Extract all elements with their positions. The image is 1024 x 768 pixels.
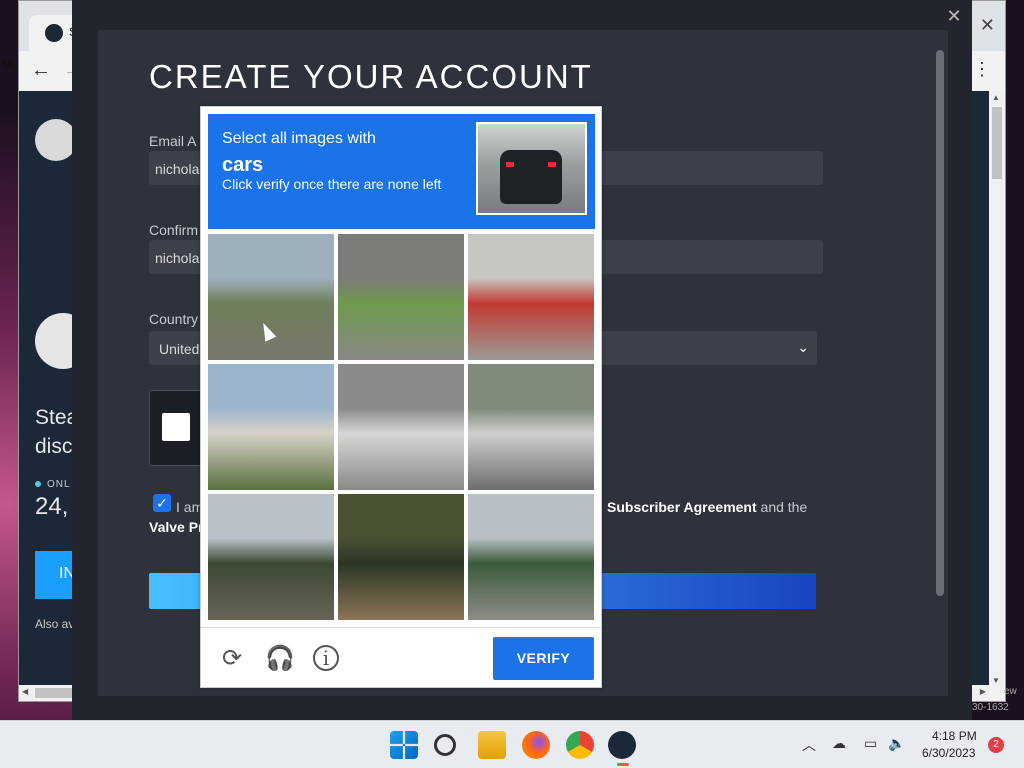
browser-close-icon[interactable]: ✕: [980, 15, 995, 36]
online-count: 24,: [35, 493, 69, 520]
online-dot-icon: [35, 481, 41, 487]
online-label: ONL: [47, 479, 71, 490]
scrollbar-thumb[interactable]: [992, 107, 1002, 179]
scroll-right-icon[interactable]: ▶: [980, 687, 986, 696]
recaptcha-challenge: Select all images with cars Click verify…: [200, 106, 602, 688]
agree-checkbox[interactable]: ✓: [153, 494, 171, 512]
target-word: cars: [222, 154, 264, 176]
confirm-email-label: Confirm: [149, 222, 199, 238]
captcha-tile[interactable]: [338, 364, 464, 490]
hscrollbar-thumb[interactable]: [35, 688, 75, 698]
edge-text-2: 30-1632: [972, 702, 1009, 713]
notification-badge[interactable]: 2: [988, 737, 1004, 753]
cloud-offline-icon[interactable]: ☁: [832, 735, 846, 752]
tray-chevron-up-icon[interactable]: ︿: [802, 735, 816, 755]
subscriber-agreement-link[interactable]: Subscriber Agreement: [607, 499, 757, 515]
instruction-line1: Select all images with: [222, 130, 376, 147]
network-icon[interactable]: ▭: [864, 735, 877, 752]
back-arrow-icon[interactable]: ←: [31, 59, 51, 82]
privacy-policy-link[interactable]: Valve Pr: [149, 519, 204, 535]
edge-text: ew: [1004, 686, 1017, 697]
car-shape: [500, 150, 562, 204]
active-app-indicator: [617, 763, 629, 766]
captcha-tile[interactable]: [338, 234, 464, 360]
verify-button[interactable]: VERIFY: [493, 637, 594, 680]
file-explorer-icon[interactable]: [478, 731, 506, 759]
clock-time[interactable]: 4:18 PM: [932, 729, 977, 743]
steam-logo-icon: [35, 119, 77, 161]
clock-date[interactable]: 6/30/2023: [922, 746, 975, 760]
volume-icon[interactable]: 🔈: [888, 735, 905, 752]
scroll-left-icon[interactable]: ◀: [22, 687, 28, 696]
sample-car-image: [476, 122, 587, 215]
also-available-text: Also av: [35, 617, 75, 631]
info-icon[interactable]: i: [313, 645, 339, 671]
instruction-line2: Click verify once there are none left: [222, 176, 442, 192]
dialog-close-icon[interactable]: ✕: [944, 6, 964, 26]
browser-menu-icon[interactable]: ⋮: [973, 59, 991, 80]
captcha-tile[interactable]: [208, 494, 334, 620]
agree-text-tail: and the: [760, 499, 808, 515]
search-icon[interactable]: [434, 734, 456, 756]
footer-divider: [201, 627, 601, 628]
page-title: CREATE YOUR ACCOUNT: [149, 58, 593, 95]
firefox-icon[interactable]: [522, 731, 550, 759]
captcha-tile[interactable]: [468, 494, 594, 620]
dialog-scrollbar-thumb[interactable]: [936, 50, 944, 596]
reload-icon[interactable]: ⟳: [218, 645, 246, 673]
dialog-scrollbar[interactable]: [934, 30, 948, 696]
captcha-tile[interactable]: [468, 234, 594, 360]
scroll-up-icon[interactable]: ▲: [992, 93, 1000, 102]
audio-headphones-icon[interactable]: 🎧: [265, 645, 295, 673]
email-label: Email A: [149, 133, 197, 149]
country-value: United: [159, 341, 200, 357]
agree-text-right: Subscriber Agreement and the: [607, 499, 807, 515]
recaptcha-header: Select all images with cars Click verify…: [208, 114, 595, 229]
chrome-icon[interactable]: [566, 731, 594, 759]
windows-start-icon[interactable]: [390, 731, 418, 759]
captcha-tile[interactable]: [338, 494, 464, 620]
scroll-down-icon[interactable]: ▼: [992, 676, 1000, 685]
captcha-tile[interactable]: [208, 364, 334, 490]
recaptcha-checkbox[interactable]: [162, 413, 190, 441]
country-label: Country: [149, 311, 199, 327]
steam-favicon-icon: [45, 24, 63, 42]
online-status: ONL: [35, 479, 71, 490]
chevron-down-icon: ⌄: [797, 339, 809, 355]
taskbar: ︿ ☁ ▭ 🔈 4:18 PM 6/30/2023 2: [0, 720, 1024, 768]
captcha-tile[interactable]: [468, 364, 594, 490]
browser-vertical-scrollbar[interactable]: ▲ ▼: [989, 91, 1005, 687]
captcha-tile[interactable]: [208, 234, 334, 360]
bookmark-label[interactable]: My: [2, 58, 18, 72]
steam-taskbar-icon[interactable]: [608, 731, 636, 759]
captcha-image-grid: [208, 234, 595, 621]
